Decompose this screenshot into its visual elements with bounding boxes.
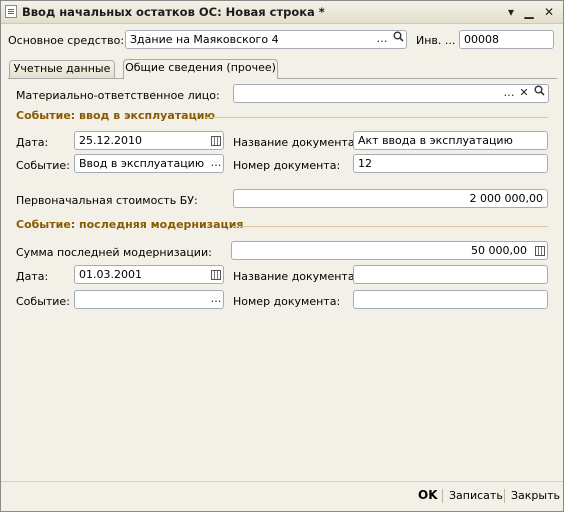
commission-date-field[interactable]: 25.12.2010 [74, 131, 224, 150]
window-title: Ввод начальных остатков ОС: Новая строка… [22, 5, 325, 19]
button-separator [504, 489, 505, 503]
minimize-icon[interactable]: ▁ [521, 4, 537, 20]
form-icon [5, 5, 17, 18]
title-bar[interactable]: Ввод начальных остатков ОС: Новая строка… [1, 1, 563, 24]
asset-label: Основное средство: [8, 34, 125, 47]
save-button[interactable]: Записать [449, 489, 503, 502]
commission-date-label: Дата: [16, 136, 49, 149]
inv-number-field[interactable]: 00008 [459, 30, 554, 49]
modernization-docname-field[interactable] [353, 265, 548, 284]
search-icon[interactable] [390, 31, 406, 48]
asset-select-button[interactable]: … [374, 31, 390, 48]
commission-docname-field[interactable]: Акт ввода в эксплуатацию [353, 131, 548, 150]
commission-docname-label: Название документа: [233, 136, 359, 149]
ok-button[interactable]: OK [418, 488, 438, 502]
tab-accounting-data[interactable]: Учетные данные [9, 60, 115, 78]
responsible-select-button[interactable]: … [501, 85, 517, 102]
section-divider [206, 117, 548, 118]
modernization-event-label: Событие: [16, 295, 70, 308]
commission-docnum-label: Номер документа: [233, 159, 341, 172]
inv-number-value: 00008 [464, 33, 499, 46]
modernization-docnum-label: Номер документа: [233, 295, 341, 308]
modernization-docnum-field[interactable] [353, 290, 548, 309]
event-select-button[interactable]: … [208, 155, 224, 172]
commission-event-label: Событие: [16, 159, 70, 172]
modernization-date-field[interactable]: 01.03.2001 [74, 265, 224, 284]
tab-general-info[interactable]: Общие сведения (прочее) [123, 59, 278, 79]
dialog-window: Ввод начальных остатков ОС: Новая строка… [0, 0, 564, 512]
initial-cost-label: Первоначальная стоимость БУ: [16, 194, 198, 207]
close-button[interactable]: Закрыть [511, 489, 560, 502]
modernization-docname-label: Название документа: [233, 270, 359, 283]
modernization-event-field[interactable] [74, 290, 224, 309]
responsible-label: Материально-ответственное лицо: [16, 89, 220, 102]
asset-value: Здание на Маяковского 4 [130, 33, 279, 46]
search-icon[interactable] [531, 85, 547, 102]
calendar-icon[interactable] [211, 270, 221, 280]
commission-event-field[interactable]: Ввод в эксплуатацию [74, 154, 224, 173]
close-window-icon[interactable]: ✕ [541, 4, 557, 20]
calculator-icon[interactable] [535, 246, 545, 256]
calendar-icon[interactable] [211, 136, 221, 146]
more-actions-icon[interactable]: ▾ [503, 4, 519, 20]
button-separator [442, 489, 443, 503]
inv-label: Инв. ... [416, 34, 456, 47]
modernization-sum-label: Сумма последней модернизации: [16, 246, 212, 259]
event-select-button[interactable]: … [208, 291, 224, 308]
section-divider [233, 226, 548, 227]
modernization-date-label: Дата: [16, 270, 49, 283]
clear-icon[interactable]: ✕ [516, 85, 532, 102]
asset-field[interactable]: Здание на Маяковского 4 [125, 30, 407, 49]
modernization-sum-field[interactable]: 50 000,00 [231, 241, 548, 260]
modernization-section-title: Событие: последняя модернизация [16, 218, 244, 231]
command-bar: OK Записать Закрыть [1, 481, 563, 512]
commission-docnum-field[interactable]: 12 [353, 154, 548, 173]
initial-cost-field[interactable]: 2 000 000,00 [233, 189, 548, 208]
commission-section-title: Событие: ввод в эксплуатацию [16, 109, 216, 122]
